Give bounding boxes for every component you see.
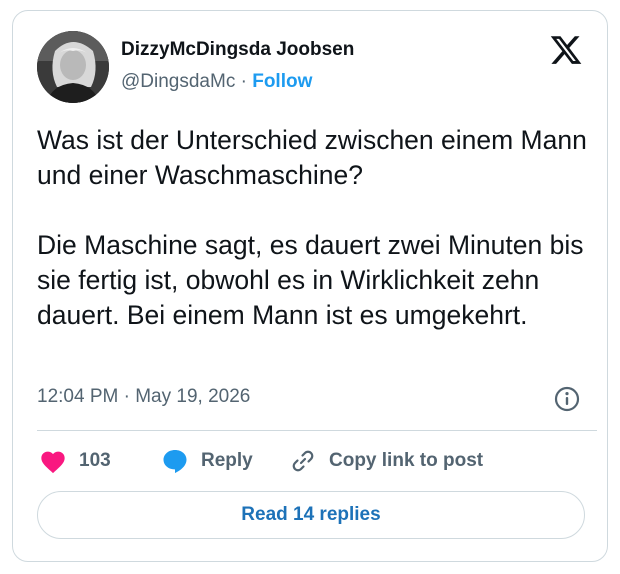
author-name[interactable]: DizzyMcDingsda Joobsen bbox=[121, 38, 354, 62]
avatar-image bbox=[37, 31, 109, 103]
author-handle[interactable]: @DingsdaMc bbox=[121, 71, 235, 92]
x-logo-icon[interactable] bbox=[549, 33, 583, 67]
tweet-text: Was ist der Unterschied zwischen einem M… bbox=[37, 125, 587, 330]
tweet-timestamp[interactable]: 12:04 PM · May 19, 2026 bbox=[37, 385, 250, 409]
reply-button[interactable]: Reply bbox=[161, 447, 253, 475]
link-icon bbox=[289, 447, 317, 475]
follow-button[interactable]: Follow bbox=[252, 71, 312, 92]
like-count: 103 bbox=[79, 450, 111, 471]
divider bbox=[37, 430, 597, 431]
separator-dot: · bbox=[240, 71, 247, 92]
author-handle-row: @DingsdaMc · Follow bbox=[121, 70, 312, 94]
avatar[interactable] bbox=[37, 31, 109, 103]
speech-bubble-icon bbox=[161, 447, 189, 475]
copy-link-button[interactable]: Copy link to post bbox=[289, 447, 483, 475]
heart-icon bbox=[39, 448, 67, 474]
read-replies-button[interactable]: Read 14 replies bbox=[37, 491, 585, 539]
copy-link-label: Copy link to post bbox=[329, 450, 484, 471]
like-button[interactable]: 103 bbox=[39, 447, 111, 475]
info-icon[interactable] bbox=[553, 385, 581, 413]
tweet-card: DizzyMcDingsda Joobsen @DingsdaMc · Foll… bbox=[12, 10, 608, 562]
reply-label: Reply bbox=[201, 450, 253, 471]
